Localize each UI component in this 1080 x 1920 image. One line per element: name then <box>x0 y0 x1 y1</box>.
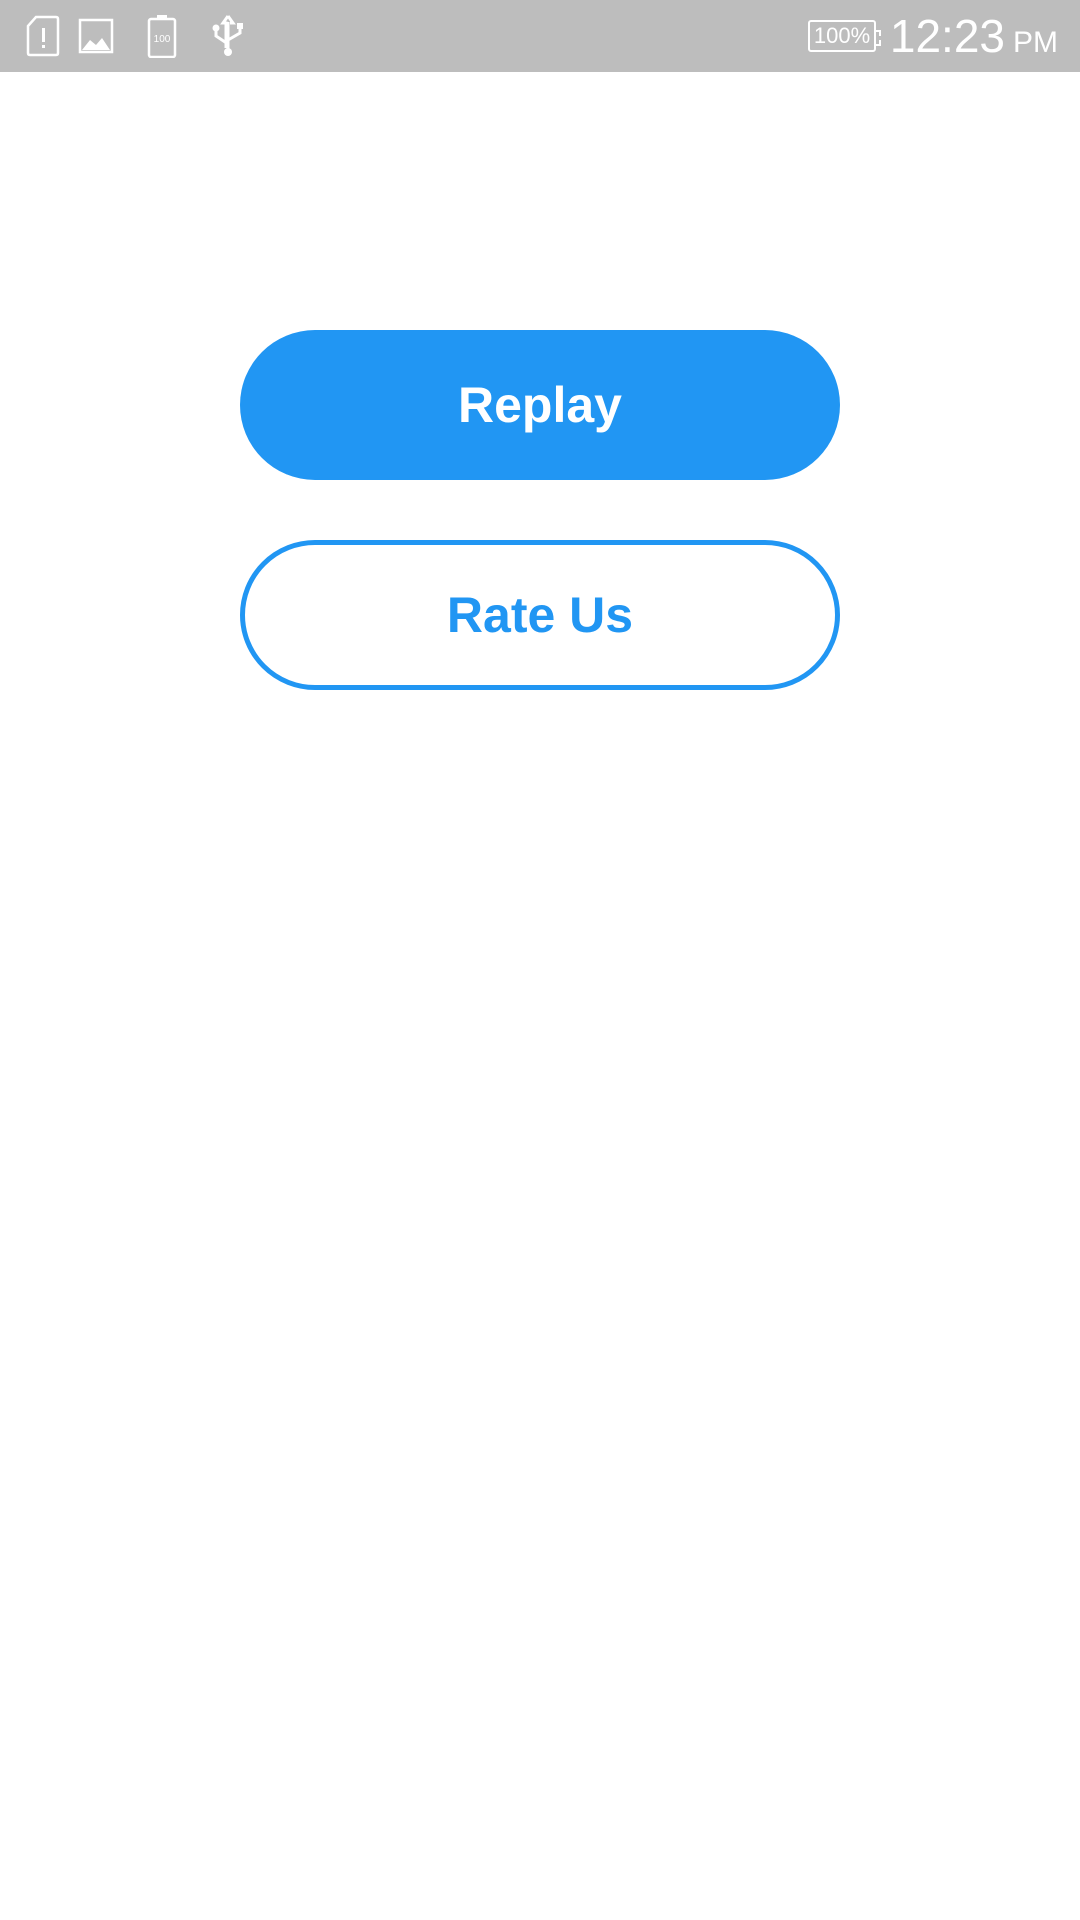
clock-time: 12:23 <box>889 10 1005 62</box>
screen: 100 100% 12:23 PM Replay Rate Us <box>0 0 1080 1920</box>
sim-alert-icon <box>26 15 60 57</box>
usb-icon <box>212 15 243 56</box>
rate-us-button[interactable]: Rate Us <box>240 540 840 690</box>
image-icon <box>78 18 114 54</box>
battery-percent: 100% <box>808 20 881 52</box>
battery-saver-icon: 100 <box>147 15 177 58</box>
svg-text:100: 100 <box>154 34 171 45</box>
status-bar: 100 100% 12:23 PM <box>0 0 1080 72</box>
status-clock: 12:23 PM <box>890 8 1058 64</box>
replay-button[interactable]: Replay <box>240 330 840 480</box>
clock-ampm: PM <box>1013 26 1058 59</box>
